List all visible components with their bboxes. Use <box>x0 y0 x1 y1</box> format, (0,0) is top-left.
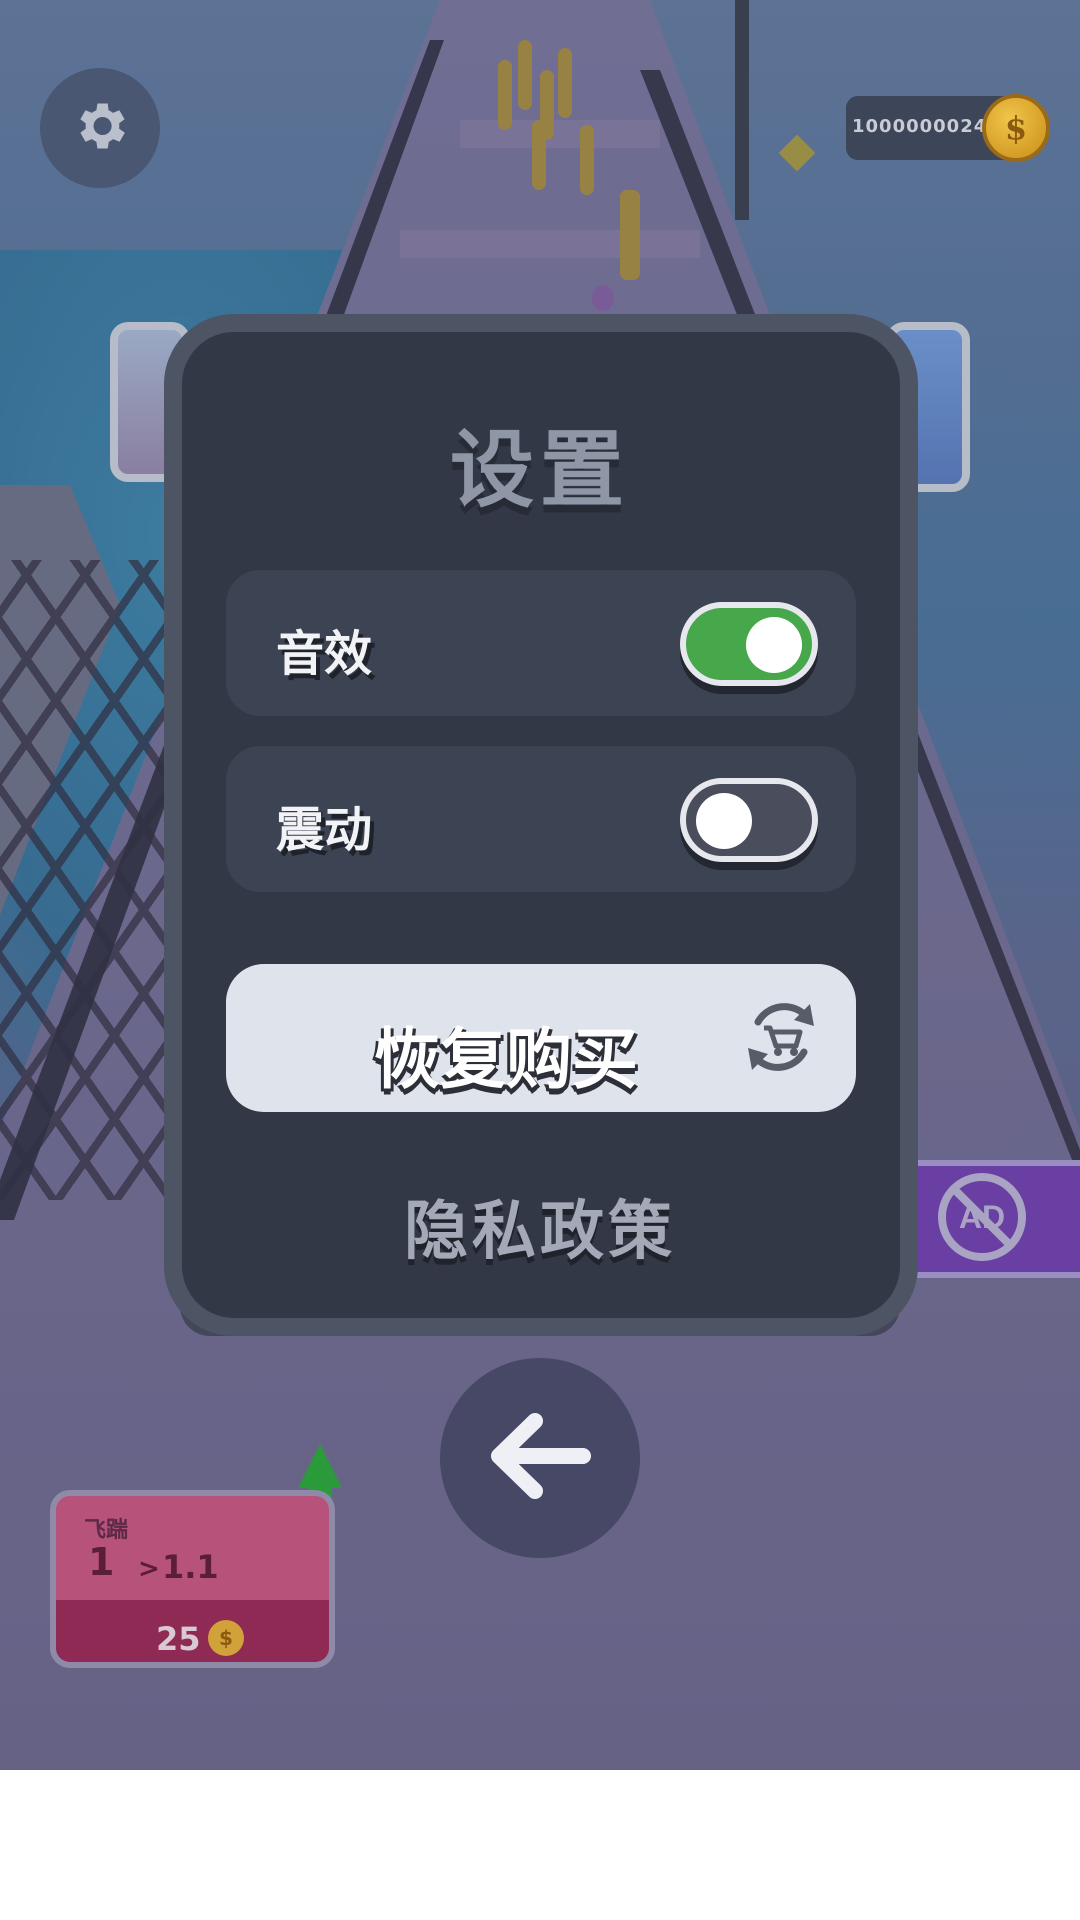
vibration-toggle[interactable] <box>680 778 818 862</box>
coin-symbol: $ <box>1004 109 1028 147</box>
restore-purchase-label: 恢复购买 <box>374 1021 638 1098</box>
settings-button[interactable] <box>40 68 160 188</box>
back-button[interactable] <box>440 1358 640 1558</box>
sound-label: 音效 <box>276 626 373 682</box>
toggle-knob <box>746 617 802 673</box>
privacy-policy-link[interactable]: 隐私政策 <box>0 1180 1080 1272</box>
upgrade-card[interactable]: 飞踹 1 > 1.1 25 $ <box>50 1490 335 1668</box>
sound-toggle[interactable] <box>680 602 818 686</box>
restore-purchase-button[interactable]: 恢复购买 <box>226 964 856 1112</box>
back-arrow-icon <box>485 1411 595 1505</box>
cart-refresh-icon <box>736 992 826 1082</box>
coin-symbol: $ <box>219 1626 233 1650</box>
toggle-knob <box>696 793 752 849</box>
upgrade-arrow-icon <box>298 1444 342 1488</box>
coin-icon: $ <box>982 94 1050 162</box>
vibration-row: 震动 <box>226 746 856 892</box>
coin-count: 1000000024 <box>852 116 988 137</box>
coin-icon: $ <box>208 1620 244 1656</box>
upgrade-cost: 25 <box>156 1620 201 1658</box>
upgrade-level-from: 1 <box>88 1540 115 1584</box>
settings-title: 设置 <box>449 421 630 519</box>
upgrade-level-arrow: > <box>138 1554 160 1584</box>
sound-row: 音效 <box>226 570 856 716</box>
vibration-label: 震动 <box>276 802 373 858</box>
gear-icon <box>69 95 131 161</box>
upgrade-level-to: 1.1 <box>162 1548 219 1586</box>
